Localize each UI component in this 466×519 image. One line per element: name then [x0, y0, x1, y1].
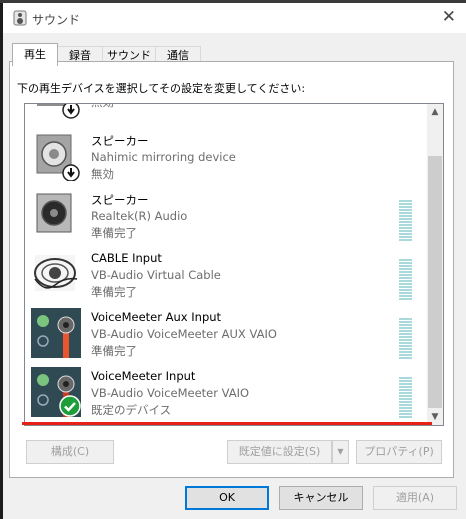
device-status: 無効 [91, 167, 114, 181]
device-item[interactable]: CABLE Input VB-Audio Virtual Cable 準備完了 [25, 249, 425, 307]
device-status: 既定のデバイス [91, 403, 172, 417]
scroll-up-icon[interactable]: ▲ [427, 104, 443, 120]
speaker-icon [31, 190, 81, 240]
device-status: 準備完了 [91, 226, 137, 240]
volume-meter [399, 377, 412, 421]
voicemeeter-default-icon [31, 367, 81, 417]
device-item[interactable]: スピーカー Realtek(R) Audio 準備完了 [25, 190, 425, 248]
scrollbar-thumb[interactable] [428, 156, 442, 408]
device-description: Nahimic mirroring device [91, 150, 236, 164]
device-status: 無効 [91, 104, 114, 110]
voicemeeter-icon [31, 308, 81, 358]
device-name: VoiceMeeter Input [91, 369, 196, 383]
set-default-dropdown-icon[interactable]: ▼ [332, 440, 349, 464]
device-status: 準備完了 [91, 344, 137, 358]
device-name: VoiceMeeter Aux Input [91, 310, 222, 324]
window-title: サウンド [32, 13, 81, 27]
device-description: VB-Audio Virtual Cable [91, 268, 221, 282]
annotation-underline [22, 422, 432, 425]
volume-meter [399, 318, 412, 362]
cancel-button[interactable]: キャンセル [279, 486, 363, 510]
device-name: CABLE Input [91, 251, 162, 265]
ok-button[interactable]: OK [185, 486, 269, 510]
device-item-selected[interactable]: VoiceMeeter Input VB-Audio VoiceMeeter V… [25, 367, 425, 425]
configure-button[interactable]: 構成(C) [26, 440, 114, 464]
properties-button[interactable]: プロパティ(P) [356, 440, 442, 464]
speaker-disabled-icon [31, 131, 81, 182]
title-bar: サウンド ✕ [3, 3, 466, 33]
apply-button[interactable]: 適用(A) [373, 486, 457, 510]
volume-meter [399, 200, 412, 244]
device-description: Realtek(R) Audio [91, 209, 188, 223]
sound-app-icon [13, 10, 27, 29]
device-description: VB-Audio VoiceMeeter VAIO [91, 386, 250, 400]
device-item[interactable]: VoiceMeeter Aux Input VB-Audio VoiceMeet… [25, 308, 425, 366]
device-list[interactable]: 無効 スピーカー Nahimic mirroring device 無効 スピー… [24, 103, 444, 426]
list-scrollbar[interactable]: ▲ ▼ [427, 104, 443, 425]
set-default-button[interactable]: 既定値に設定(S) [227, 440, 332, 464]
device-name: スピーカー [91, 193, 149, 207]
device-item[interactable]: スピーカー Nahimic mirroring device 無効 [25, 131, 425, 189]
close-icon[interactable]: ✕ [442, 7, 456, 27]
device-status: 準備完了 [91, 285, 137, 299]
device-name: スピーカー [91, 134, 149, 148]
cable-icon [31, 249, 81, 299]
instruction-text: 下の再生デバイスを選択してその設定を変更してください: [17, 82, 306, 95]
tab-playback[interactable]: 再生 [12, 43, 58, 66]
device-description: VB-Audio VoiceMeeter AUX VAIO [91, 327, 277, 341]
volume-meter [399, 259, 412, 303]
